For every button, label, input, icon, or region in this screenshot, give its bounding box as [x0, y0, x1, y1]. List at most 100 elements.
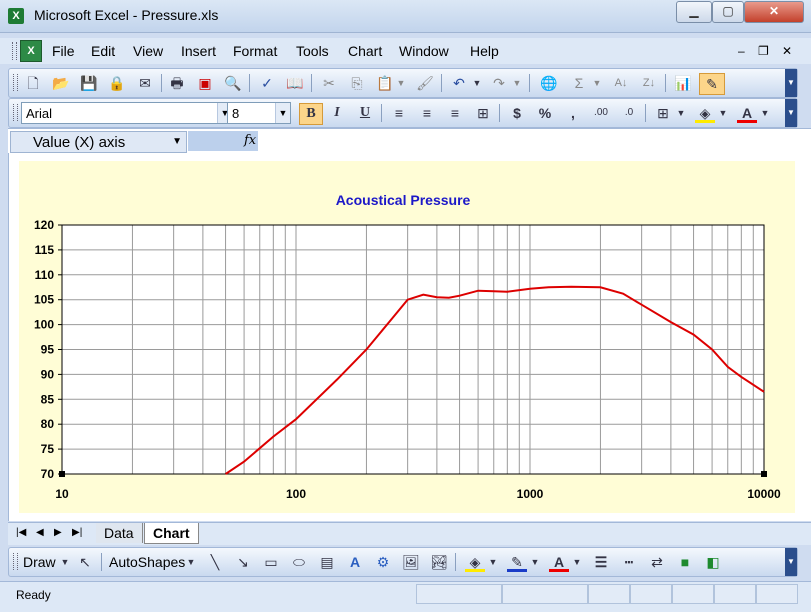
pdf-icon[interactable]: ▣ — [195, 73, 215, 93]
picture-icon[interactable]: 🏞 — [429, 552, 449, 572]
line-icon[interactable]: ╲ — [205, 552, 225, 572]
3d-style-icon[interactable]: ◧ — [703, 552, 723, 572]
menu-tools[interactable]: Tools — [296, 43, 329, 59]
undo-icon[interactable]: ↶ — [449, 73, 469, 93]
research-icon[interactable]: 📖 — [285, 73, 305, 93]
align-center-icon[interactable]: ≡ — [417, 103, 437, 123]
menu-view[interactable]: View — [133, 43, 163, 59]
shadow-style-icon[interactable]: ■ — [675, 552, 695, 572]
chevron-down-icon[interactable]: ▼ — [172, 136, 182, 147]
tab-data[interactable]: Data — [96, 523, 143, 543]
format-painter-icon[interactable]: 🖌 — [415, 73, 435, 93]
sort-ascending-icon[interactable]: A↓ — [611, 73, 631, 93]
paste-dropdown-icon[interactable]: ▼ — [395, 73, 407, 93]
redo-icon[interactable]: ↷ — [489, 73, 509, 93]
toolbar-grip[interactable] — [13, 74, 18, 91]
menu-file[interactable]: File — [52, 43, 75, 59]
diagram-icon[interactable]: ⚙ — [373, 552, 393, 572]
print-preview-icon[interactable]: 🔍 — [223, 73, 243, 93]
chevron-down-icon[interactable]: ▼ — [275, 103, 290, 123]
align-left-icon[interactable]: ≡ — [389, 103, 409, 123]
name-box[interactable]: Value (X) axis ▼ — [10, 131, 187, 153]
arrow-icon[interactable]: ↘ — [233, 552, 253, 572]
increase-decimal-icon[interactable]: .00 — [591, 103, 611, 123]
font-size-select[interactable]: 8 ▼ — [227, 102, 291, 124]
open-icon[interactable]: 📂 — [51, 73, 71, 93]
drawing-toggle-icon[interactable]: ✎ — [699, 73, 725, 95]
underline-button[interactable]: U — [355, 103, 375, 123]
select-objects-icon[interactable]: ↖ — [75, 552, 95, 572]
autosum-dropdown-icon[interactable]: ▼ — [591, 73, 603, 93]
merge-center-icon[interactable]: ⊞ — [473, 103, 493, 123]
toolbar-options-icon[interactable]: ▼ — [785, 99, 797, 127]
workbook-icon[interactable]: X — [20, 40, 42, 62]
copy-icon[interactable]: ⎘ — [347, 73, 367, 93]
borders-icon[interactable]: ⊞ — [653, 103, 673, 123]
undo-dropdown-icon[interactable]: ▼ — [471, 73, 483, 93]
decrease-decimal-icon[interactable]: .0 — [619, 103, 639, 123]
menu-chart[interactable]: Chart — [348, 43, 382, 59]
currency-icon[interactable]: $ — [507, 103, 527, 123]
font-color-icon[interactable]: A — [549, 552, 569, 572]
font-name-select[interactable]: Arial ▼ — [21, 102, 233, 124]
line-color-icon[interactable]: ✎ — [507, 552, 527, 572]
toolbar-grip[interactable] — [13, 553, 18, 570]
font-color-dropdown-icon[interactable]: ▼ — [759, 103, 771, 123]
rectangle-icon[interactable]: ▭ — [261, 552, 281, 572]
doc-minimize-button[interactable]: ‒ — [738, 44, 745, 58]
fill-color-icon[interactable]: ◈ — [465, 552, 485, 572]
chevron-down-icon[interactable]: ▼ — [529, 552, 541, 572]
clipart-icon[interactable]: 🖼 — [401, 552, 421, 572]
chevron-down-icon[interactable]: ▼ — [185, 552, 197, 572]
insert-function-icon[interactable]: fx — [244, 133, 256, 148]
print-icon[interactable]: 🖶 — [167, 73, 187, 93]
borders-dropdown-icon[interactable]: ▼ — [675, 103, 687, 123]
italic-button[interactable]: I — [327, 103, 347, 123]
permission-icon[interactable]: 🔒 — [107, 73, 127, 93]
line-style-icon[interactable]: ☰ — [591, 552, 611, 572]
maximize-button[interactable]: ▢ — [712, 1, 744, 23]
align-right-icon[interactable]: ≡ — [445, 103, 465, 123]
draw-menu-button[interactable]: Draw — [23, 554, 56, 570]
chevron-down-icon[interactable]: ▼ — [59, 552, 71, 572]
font-color-icon[interactable]: A — [737, 103, 757, 123]
paste-icon[interactable]: 📋 — [375, 73, 395, 93]
spelling-icon[interactable]: ✓ — [257, 73, 277, 93]
textbox-icon[interactable]: ▤ — [317, 552, 337, 572]
chevron-down-icon[interactable]: ▼ — [487, 552, 499, 572]
oval-icon[interactable]: ⬭ — [289, 552, 309, 572]
first-sheet-icon[interactable]: |◀ — [16, 527, 26, 538]
prev-sheet-icon[interactable]: ◀ — [36, 527, 44, 538]
save-icon[interactable]: 💾 — [79, 73, 99, 93]
menu-window[interactable]: Window — [399, 43, 449, 59]
close-button[interactable]: ✕ — [744, 1, 804, 23]
chart-area[interactable]: Acoustical Pressure 70 75 80 85 90 95 100 105 11… — [19, 161, 795, 513]
fill-color-dropdown-icon[interactable]: ▼ — [717, 103, 729, 123]
toolbar-options-icon[interactable]: ▼ — [785, 69, 797, 97]
email-icon[interactable]: ✉ — [135, 73, 155, 93]
chart-wizard-icon[interactable]: 📊 — [673, 73, 693, 93]
doc-restore-button[interactable]: ❐ — [758, 44, 769, 58]
tab-chart[interactable]: Chart — [144, 523, 199, 544]
arrow-style-icon[interactable]: ⇄ — [647, 552, 667, 572]
comma-style-icon[interactable]: , — [563, 103, 583, 123]
menubar-grip[interactable] — [12, 42, 17, 60]
percent-icon[interactable]: % — [535, 103, 555, 123]
menu-help[interactable]: Help — [470, 43, 499, 59]
cut-icon[interactable]: ✂ — [319, 73, 339, 93]
redo-dropdown-icon[interactable]: ▼ — [511, 73, 523, 93]
autosum-icon[interactable]: Σ — [569, 73, 589, 93]
menu-edit[interactable]: Edit — [91, 43, 115, 59]
bold-button[interactable]: B — [299, 103, 323, 125]
new-icon[interactable]: 🗋 — [23, 73, 43, 93]
hyperlink-icon[interactable]: 🌐 — [539, 73, 559, 93]
chevron-down-icon[interactable]: ▼ — [571, 552, 583, 572]
sort-descending-icon[interactable]: Z↓ — [639, 73, 659, 93]
toolbar-grip[interactable] — [13, 104, 18, 121]
wordart-icon[interactable]: A — [345, 552, 365, 572]
minimize-button[interactable]: ▁ — [676, 1, 712, 23]
dash-style-icon[interactable]: ┅ — [619, 552, 639, 572]
doc-close-button[interactable]: ✕ — [782, 44, 792, 58]
last-sheet-icon[interactable]: ▶| — [72, 527, 82, 538]
next-sheet-icon[interactable]: ▶ — [54, 527, 62, 538]
